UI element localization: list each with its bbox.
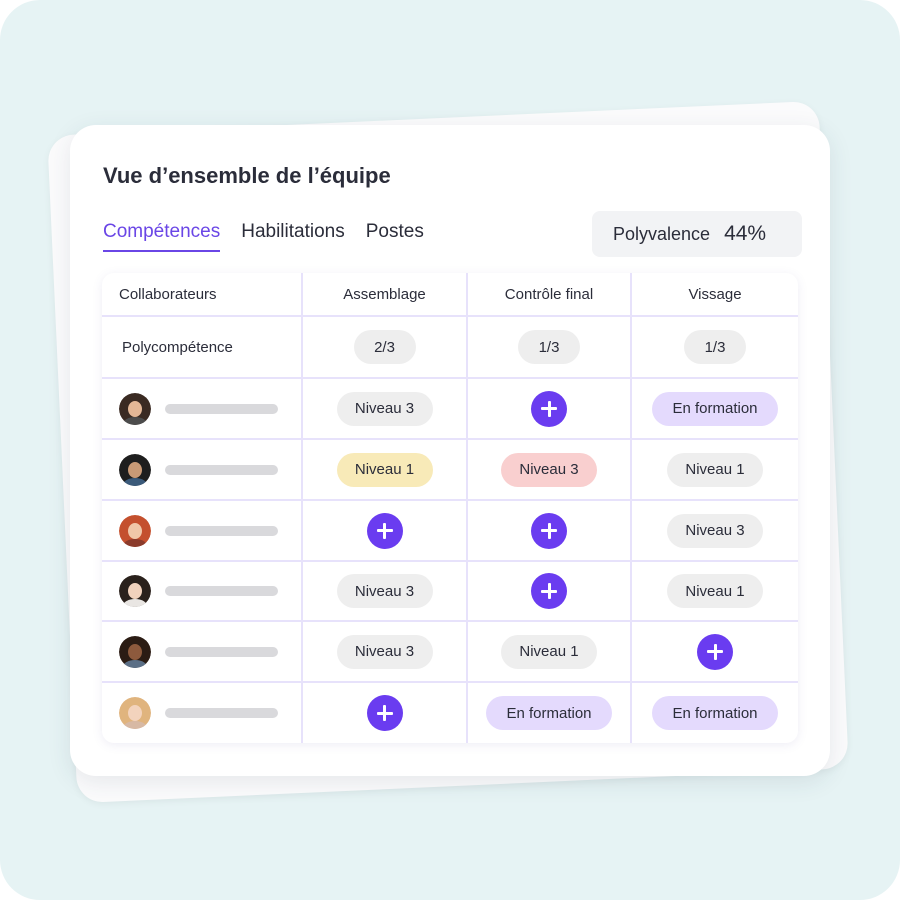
tab-competences[interactable]: Compétences	[103, 221, 221, 252]
skill-cell: Niveau 1	[632, 562, 798, 622]
skill-cell: Niveau 1	[632, 440, 798, 501]
name-placeholder	[165, 708, 278, 718]
add-skill-button[interactable]	[697, 633, 733, 670]
header-assemblage: Assemblage	[303, 273, 468, 317]
avatar	[119, 697, 151, 729]
add-skill-button[interactable]	[531, 573, 567, 609]
level-badge[interactable]: Niveau 3	[336, 634, 433, 669]
summary-cell: 2/3	[303, 317, 468, 379]
skill-cell: Niveau 1	[468, 622, 632, 683]
level-badge[interactable]: Niveau 1	[667, 452, 763, 487]
avatar	[119, 575, 151, 607]
skill-cell	[468, 501, 632, 562]
name-placeholder	[165, 646, 278, 657]
skill-cell	[632, 622, 798, 683]
team-overview-card: Vue d’ensemble de l’équipe Compétences H…	[70, 125, 830, 776]
skill-cell	[468, 379, 632, 440]
skill-cell	[468, 562, 632, 622]
level-badge[interactable]: Niveau 1	[336, 452, 433, 487]
tab-habilitations[interactable]: Habilitations	[241, 221, 345, 252]
header-collaborateurs: Collaborateurs	[102, 273, 303, 317]
polycompetence-label: Polycompétence	[102, 317, 303, 379]
polyvalence-value: 44%	[724, 222, 767, 245]
collaborator-cell	[102, 440, 303, 501]
skills-matrix-table: Collaborateurs Assemblage Contrôle final…	[102, 273, 798, 743]
header-controle-final: Contrôle final	[468, 273, 632, 317]
level-badge[interactable]: Niveau 1	[667, 574, 763, 608]
polyvalence-badge: Polyvalence 44%	[592, 211, 802, 257]
skill-cell: En formation	[468, 683, 632, 743]
collaborator-cell	[102, 683, 303, 743]
page-title: Vue d’ensemble de l’équipe	[103, 163, 391, 188]
skill-cell: Niveau 3	[303, 622, 468, 683]
fraction-badge: 1/3	[684, 330, 746, 364]
name-placeholder	[165, 525, 278, 536]
level-badge[interactable]: Niveau 3	[336, 574, 433, 608]
name-placeholder	[165, 464, 278, 475]
name-placeholder	[165, 586, 278, 596]
fraction-badge: 1/3	[518, 330, 580, 364]
name-placeholder	[165, 403, 278, 414]
polyvalence-label: Polyvalence	[613, 223, 711, 244]
add-skill-button[interactable]	[531, 390, 567, 427]
avatar	[119, 635, 151, 668]
add-skill-button[interactable]	[366, 695, 403, 731]
tab-postes[interactable]: Postes	[366, 221, 424, 252]
skill-cell: En formation	[632, 379, 798, 440]
avatar	[119, 392, 151, 425]
level-badge[interactable]: Niveau 3	[667, 513, 763, 548]
skill-cell: En formation	[632, 683, 798, 743]
skill-cell: Niveau 3	[468, 440, 632, 501]
training-badge[interactable]: En formation	[652, 696, 778, 730]
fraction-badge: 2/3	[353, 330, 416, 364]
header-vissage: Vissage	[632, 273, 798, 317]
collaborator-cell	[102, 622, 303, 683]
avatar	[119, 514, 151, 547]
skill-cell: Niveau 1	[303, 440, 468, 501]
collaborator-cell	[102, 562, 303, 622]
add-skill-button[interactable]	[366, 512, 403, 549]
training-badge[interactable]: En formation	[486, 696, 612, 730]
tab-bar: Compétences Habilitations Postes	[103, 221, 445, 252]
avatar	[119, 453, 151, 486]
level-badge[interactable]: Niveau 3	[336, 391, 433, 426]
skill-cell: Niveau 3	[303, 562, 468, 622]
skill-cell	[303, 501, 468, 562]
skill-cell	[303, 683, 468, 743]
collaborator-cell	[102, 379, 303, 440]
summary-cell: 1/3	[632, 317, 798, 379]
skill-cell: Niveau 3	[632, 501, 798, 562]
collaborator-cell	[102, 501, 303, 562]
training-badge[interactable]: En formation	[652, 391, 778, 426]
skill-cell: Niveau 3	[303, 379, 468, 440]
level-badge[interactable]: Niveau 3	[501, 452, 597, 487]
level-badge[interactable]: Niveau 1	[501, 634, 597, 669]
add-skill-button[interactable]	[531, 512, 567, 549]
summary-cell: 1/3	[468, 317, 632, 379]
